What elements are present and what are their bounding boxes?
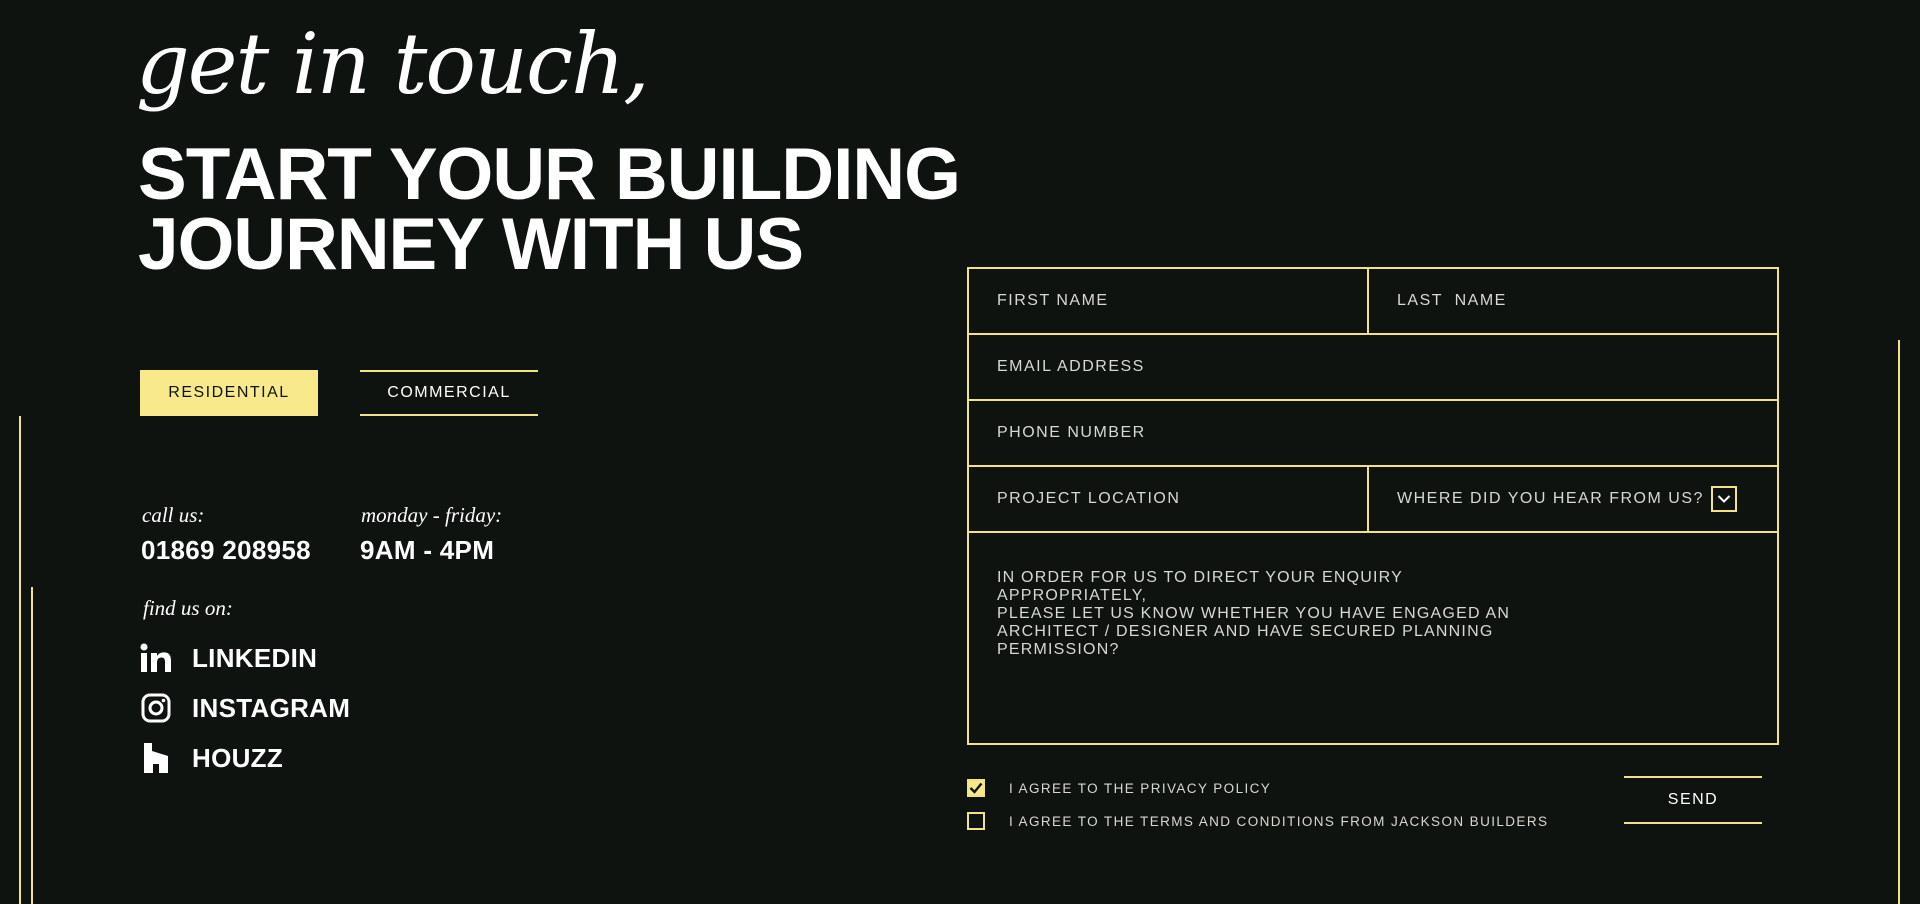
phone-field[interactable]	[969, 401, 1777, 465]
linkedin-icon	[140, 642, 172, 674]
location-cell	[969, 467, 1369, 531]
privacy-label: I AGREE TO THE PRIVACY POLICY	[1009, 780, 1272, 796]
social-label: HOUZZ	[192, 742, 284, 773]
project-location-field[interactable]	[969, 467, 1367, 531]
social-label: LINKEDIN	[192, 642, 318, 673]
decor-line-left-1	[19, 416, 21, 904]
last-name-cell	[1369, 269, 1777, 333]
hours-label: monday - friday:	[361, 503, 503, 527]
find-us-label: find us on:	[143, 596, 233, 620]
script-title: get in touch,	[136, 15, 650, 113]
headline-line-1: START YOUR BUILDING	[138, 134, 961, 215]
decor-line-right	[1898, 340, 1900, 904]
decor-line-left-2	[31, 587, 33, 904]
privacy-checkbox[interactable]	[967, 779, 985, 797]
email-field[interactable]	[969, 335, 1777, 399]
terms-checkbox[interactable]	[967, 812, 985, 830]
last-name-field[interactable]	[1369, 269, 1777, 333]
hours-value: 9AM - 4PM	[360, 535, 495, 565]
first-name-cell	[969, 269, 1369, 333]
privacy-checkbox-row[interactable]: I AGREE TO THE PRIVACY POLICY	[967, 779, 1271, 797]
terms-label: I AGREE TO THE TERMS AND CONDITIONS FROM…	[1009, 813, 1549, 829]
checkmark-icon	[969, 782, 983, 794]
social-link-linkedin[interactable]: LINKEDIN	[140, 642, 317, 674]
phone-row	[969, 401, 1777, 467]
residential-button[interactable]: RESIDENTIAL	[140, 370, 318, 416]
social-link-houzz[interactable]: HOUZZ	[140, 742, 283, 774]
hear-from-select-value: WHERE DID YOU HEAR FROM US?	[1397, 490, 1704, 507]
phone-number[interactable]: 01869 208958	[141, 535, 311, 566]
commercial-button[interactable]: COMMERCIAL	[360, 370, 538, 416]
send-button[interactable]: SEND	[1624, 776, 1762, 824]
terms-checkbox-row[interactable]: I AGREE TO THE TERMS AND CONDITIONS FROM…	[967, 812, 1548, 830]
enquiry-form: WHERE DID YOU HEAR FROM US? IN ORDER FOR…	[967, 267, 1779, 745]
location-row: WHERE DID YOU HEAR FROM US?	[969, 467, 1777, 533]
headline-line-2: JOURNEY WITH US	[138, 204, 804, 285]
name-row	[969, 269, 1777, 335]
call-label: call us:	[142, 503, 205, 527]
houzz-icon	[140, 742, 172, 774]
first-name-field[interactable]	[969, 269, 1367, 333]
email-row	[969, 335, 1777, 401]
instagram-icon	[140, 692, 172, 724]
hear-from-select[interactable]: WHERE DID YOU HEAR FROM US?	[1369, 467, 1777, 531]
chevron-down-icon[interactable]	[1711, 486, 1737, 512]
message-field[interactable]	[969, 535, 1777, 743]
social-label: INSTAGRAM	[192, 692, 351, 723]
page-headline: START YOUR BUILDING JOURNEY WITH US	[138, 134, 961, 285]
social-link-instagram[interactable]: INSTAGRAM	[140, 692, 350, 724]
